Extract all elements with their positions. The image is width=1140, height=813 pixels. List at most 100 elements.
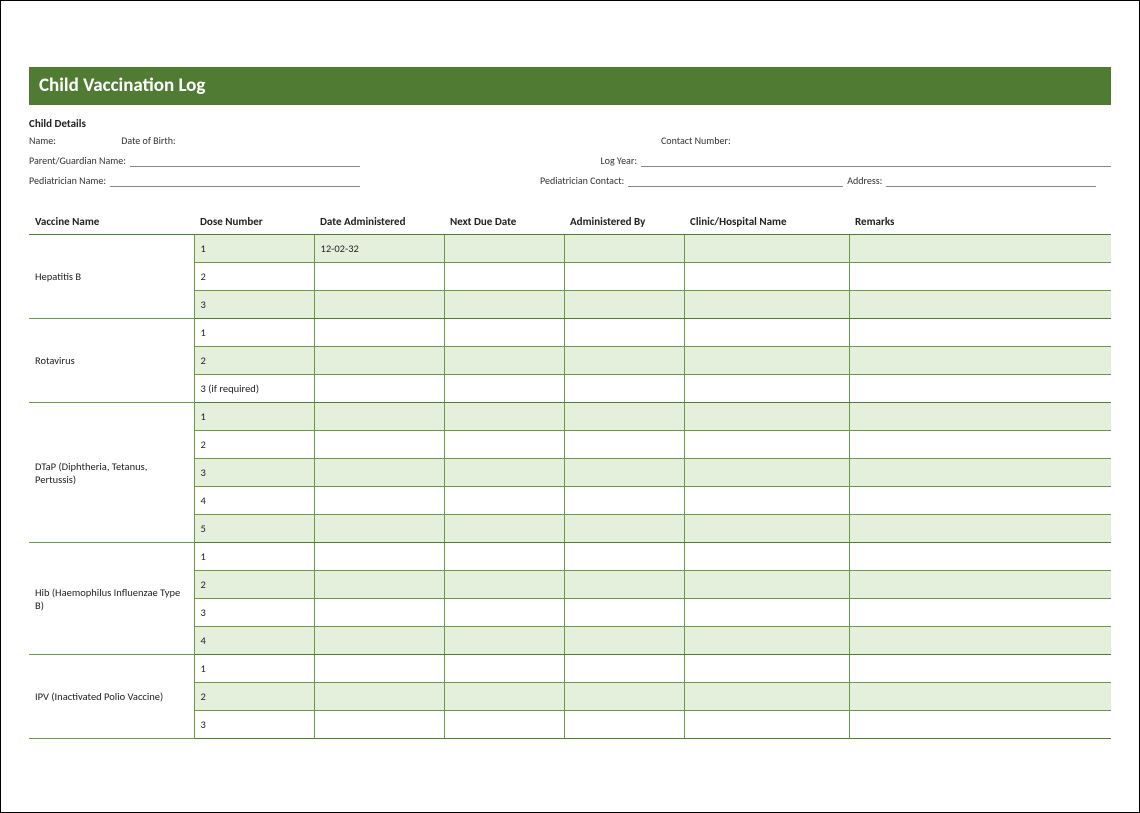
cell-dose[interactable]: 2 — [194, 683, 314, 711]
cell-clinic[interactable] — [684, 599, 849, 627]
cell-clinic[interactable] — [684, 319, 849, 347]
cell-remarks[interactable] — [849, 459, 1111, 487]
cell-admin[interactable] — [564, 655, 684, 683]
cell-remarks[interactable] — [849, 655, 1111, 683]
cell-remarks[interactable] — [849, 599, 1111, 627]
cell-admin[interactable] — [564, 599, 684, 627]
cell-next[interactable] — [444, 403, 564, 431]
cell-clinic[interactable] — [684, 627, 849, 655]
field-parent[interactable] — [130, 153, 360, 167]
cell-clinic[interactable] — [684, 263, 849, 291]
cell-remarks[interactable] — [849, 403, 1111, 431]
cell-next[interactable] — [444, 515, 564, 543]
cell-clinic[interactable] — [684, 347, 849, 375]
cell-dose[interactable]: 5 — [194, 515, 314, 543]
cell-dose[interactable]: 2 — [194, 347, 314, 375]
cell-remarks[interactable] — [849, 263, 1111, 291]
cell-dose[interactable]: 3 — [194, 291, 314, 319]
field-pediatrician-contact[interactable] — [628, 173, 843, 187]
cell-dose[interactable]: 1 — [194, 655, 314, 683]
cell-clinic[interactable] — [684, 711, 849, 739]
cell-remarks[interactable] — [849, 431, 1111, 459]
cell-next[interactable] — [444, 655, 564, 683]
cell-clinic[interactable] — [684, 375, 849, 403]
cell-date[interactable] — [314, 627, 444, 655]
cell-dose[interactable]: 4 — [194, 627, 314, 655]
cell-dose[interactable]: 1 — [194, 543, 314, 571]
cell-admin[interactable] — [564, 515, 684, 543]
cell-clinic[interactable] — [684, 543, 849, 571]
cell-remarks[interactable] — [849, 571, 1111, 599]
cell-remarks[interactable] — [849, 627, 1111, 655]
cell-date[interactable] — [314, 571, 444, 599]
cell-remarks[interactable] — [849, 515, 1111, 543]
cell-remarks[interactable] — [849, 711, 1111, 739]
cell-remarks[interactable] — [849, 319, 1111, 347]
cell-dose[interactable]: 4 — [194, 487, 314, 515]
cell-dose[interactable]: 1 — [194, 403, 314, 431]
cell-date[interactable] — [314, 375, 444, 403]
cell-next[interactable] — [444, 487, 564, 515]
cell-admin[interactable] — [564, 263, 684, 291]
cell-dose[interactable]: 3 — [194, 599, 314, 627]
cell-next[interactable] — [444, 235, 564, 263]
cell-date[interactable] — [314, 515, 444, 543]
cell-date[interactable] — [314, 431, 444, 459]
cell-date[interactable] — [314, 655, 444, 683]
cell-admin[interactable] — [564, 403, 684, 431]
cell-date[interactable] — [314, 487, 444, 515]
cell-dose[interactable]: 1 — [194, 319, 314, 347]
cell-clinic[interactable] — [684, 515, 849, 543]
cell-next[interactable] — [444, 263, 564, 291]
cell-clinic[interactable] — [684, 487, 849, 515]
cell-dose[interactable]: 3 (if required) — [194, 375, 314, 403]
cell-next[interactable] — [444, 683, 564, 711]
cell-date[interactable]: 12-02-32 — [314, 235, 444, 263]
cell-remarks[interactable] — [849, 347, 1111, 375]
cell-next[interactable] — [444, 291, 564, 319]
cell-next[interactable] — [444, 543, 564, 571]
cell-clinic[interactable] — [684, 655, 849, 683]
cell-next[interactable] — [444, 319, 564, 347]
cell-admin[interactable] — [564, 683, 684, 711]
cell-date[interactable] — [314, 263, 444, 291]
cell-clinic[interactable] — [684, 683, 849, 711]
cell-date[interactable] — [314, 403, 444, 431]
cell-admin[interactable] — [564, 431, 684, 459]
field-pediatrician[interactable] — [110, 173, 360, 187]
cell-dose[interactable]: 1 — [194, 235, 314, 263]
cell-remarks[interactable] — [849, 487, 1111, 515]
cell-date[interactable] — [314, 347, 444, 375]
cell-date[interactable] — [314, 459, 444, 487]
cell-dose[interactable]: 3 — [194, 459, 314, 487]
cell-date[interactable] — [314, 711, 444, 739]
field-log-year[interactable] — [641, 153, 1111, 167]
cell-clinic[interactable] — [684, 235, 849, 263]
cell-admin[interactable] — [564, 319, 684, 347]
cell-remarks[interactable] — [849, 235, 1111, 263]
cell-remarks[interactable] — [849, 683, 1111, 711]
cell-next[interactable] — [444, 431, 564, 459]
cell-dose[interactable]: 2 — [194, 431, 314, 459]
cell-date[interactable] — [314, 319, 444, 347]
cell-next[interactable] — [444, 571, 564, 599]
cell-date[interactable] — [314, 683, 444, 711]
cell-next[interactable] — [444, 627, 564, 655]
cell-next[interactable] — [444, 375, 564, 403]
cell-dose[interactable]: 3 — [194, 711, 314, 739]
cell-admin[interactable] — [564, 487, 684, 515]
cell-clinic[interactable] — [684, 431, 849, 459]
cell-date[interactable] — [314, 543, 444, 571]
cell-admin[interactable] — [564, 235, 684, 263]
cell-remarks[interactable] — [849, 543, 1111, 571]
cell-admin[interactable] — [564, 459, 684, 487]
cell-admin[interactable] — [564, 571, 684, 599]
cell-clinic[interactable] — [684, 571, 849, 599]
cell-clinic[interactable] — [684, 459, 849, 487]
cell-admin[interactable] — [564, 347, 684, 375]
cell-next[interactable] — [444, 347, 564, 375]
cell-admin[interactable] — [564, 711, 684, 739]
cell-dose[interactable]: 2 — [194, 571, 314, 599]
cell-admin[interactable] — [564, 375, 684, 403]
cell-next[interactable] — [444, 599, 564, 627]
